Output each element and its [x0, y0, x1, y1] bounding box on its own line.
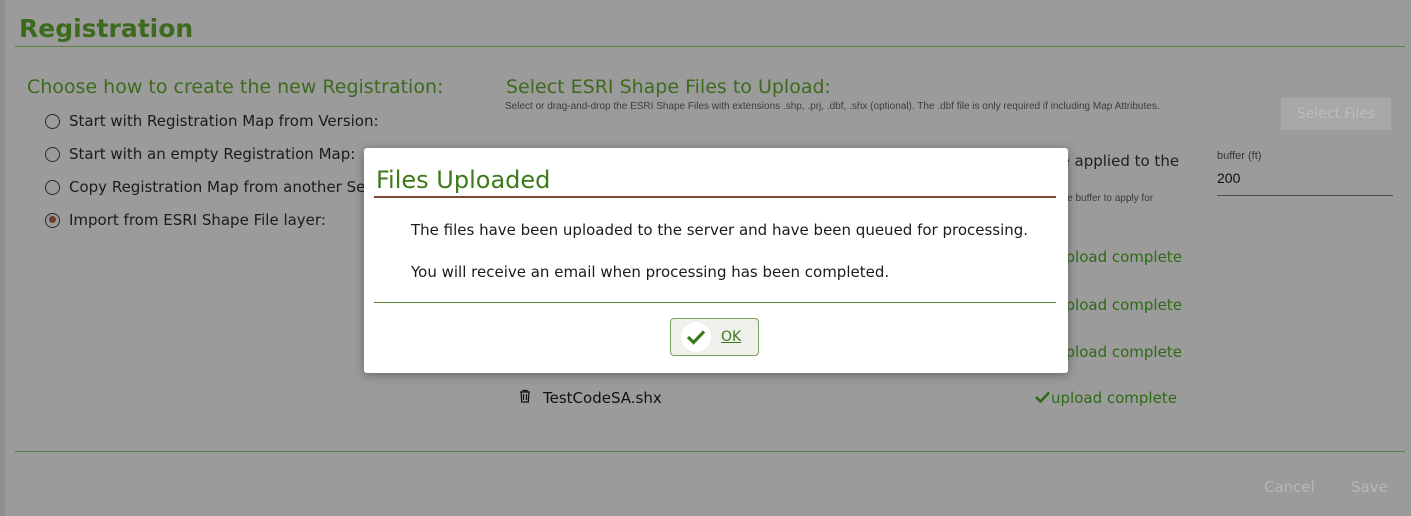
option-import-esri[interactable]: Import from ESRI Shape File layer: [45, 211, 326, 229]
option-label: Copy Registration Map from another Se [69, 178, 366, 196]
dialog-title: Files Uploaded [376, 166, 551, 194]
ok-label: OK [721, 329, 742, 345]
dialog-footer-divider [374, 302, 1056, 303]
option-copy-map[interactable]: Copy Registration Map from another Se [45, 178, 365, 196]
file-row: TestCodeSA.shx [519, 389, 662, 407]
radio-button-selected[interactable] [45, 212, 60, 228]
page-title: Registration [19, 14, 194, 43]
footer-divider [15, 451, 1405, 452]
buffer-description-text: be applied to the [1051, 152, 1180, 170]
title-divider [15, 46, 1405, 47]
check-icon [1035, 389, 1051, 407]
status-label: upload complete [1056, 343, 1182, 361]
status-label: upload complete [1056, 248, 1182, 266]
option-from-version[interactable]: Start with Registration Map from Version… [45, 112, 379, 130]
buffer-input[interactable]: 200 [1217, 170, 1240, 186]
status-label: upload complete [1056, 296, 1182, 314]
file-name: TestCodeSA.shx [543, 389, 662, 407]
option-label: Start with Registration Map from Version… [69, 112, 379, 130]
buffer-input-underline [1217, 195, 1393, 196]
upload-status: upload complete [1056, 343, 1182, 361]
upload-help-text: Select or drag-and-drop the ESRI Shape F… [505, 101, 1160, 112]
files-uploaded-dialog: Files Uploaded The files have been uploa… [364, 148, 1068, 373]
left-section-heading: Choose how to create the new Registratio… [27, 76, 444, 98]
select-files-button[interactable]: Select Files [1281, 98, 1391, 130]
radio-button[interactable] [45, 146, 60, 162]
cancel-button[interactable]: Cancel [1264, 478, 1315, 496]
dialog-title-divider [374, 196, 1056, 198]
ok-button[interactable]: OK [670, 318, 759, 356]
dialog-message-upload: The files have been uploaded to the serv… [411, 221, 1029, 239]
dialog-message-email: You will receive an email when processin… [411, 263, 890, 281]
upload-status: upload complete [1056, 296, 1182, 314]
right-section-heading: Select ESRI Shape Files to Upload: [506, 76, 831, 98]
check-icon [681, 322, 711, 352]
buffer-label: buffer (ft) [1217, 150, 1262, 162]
trash-icon[interactable] [519, 389, 531, 407]
save-button[interactable]: Save [1351, 478, 1388, 496]
status-label: upload complete [1051, 389, 1177, 407]
option-empty-map[interactable]: Start with an empty Registration Map: [45, 145, 355, 163]
radio-button[interactable] [45, 179, 60, 195]
upload-status: upload complete [1056, 248, 1182, 266]
radio-button[interactable] [45, 113, 60, 129]
upload-status: upload complete [1035, 389, 1177, 407]
option-label: Import from ESRI Shape File layer: [69, 211, 326, 229]
option-label: Start with an empty Registration Map: [69, 145, 356, 163]
